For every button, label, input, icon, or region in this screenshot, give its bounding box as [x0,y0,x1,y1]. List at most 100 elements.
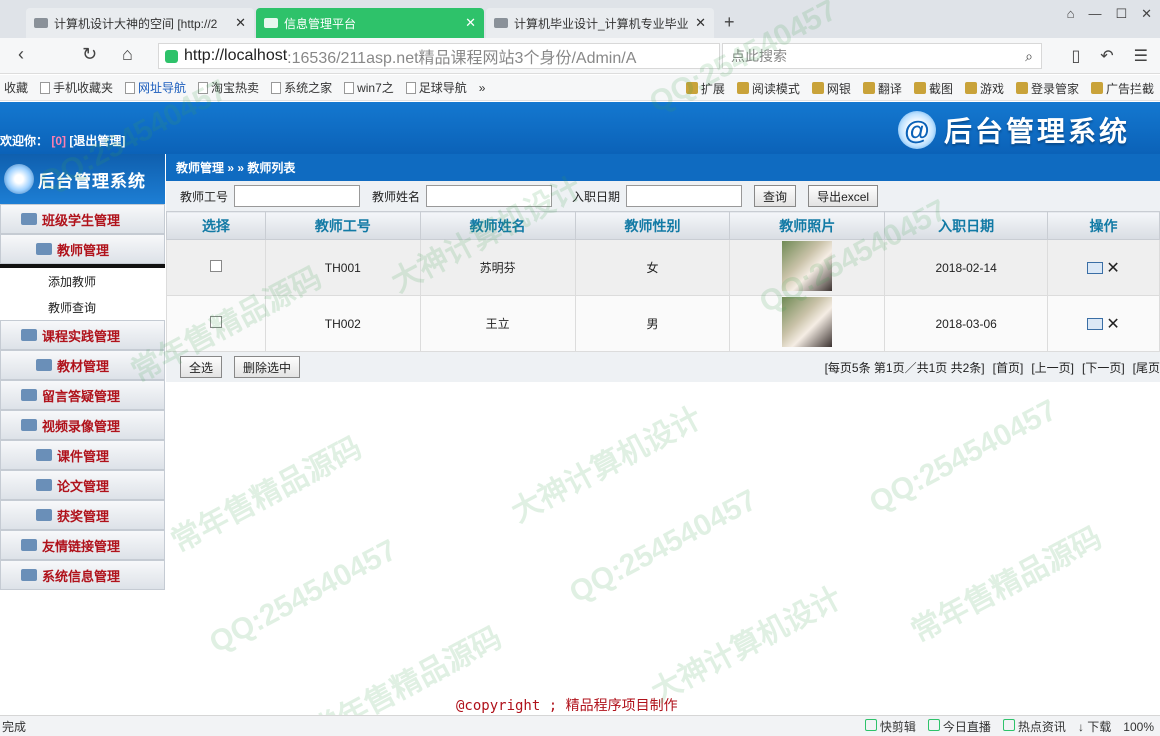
sidebar-item-class-students[interactable]: 班级学生管理 [0,204,165,234]
menu-item-icon [21,213,37,225]
edit-icon[interactable] [1087,317,1104,330]
breadcrumb: 教师管理 » » 教师列表 [166,154,1160,181]
copyright-footer: @copyright ; 精品程序项目制作 [456,698,678,714]
select-all-button[interactable]: 全选 [180,356,223,378]
sidebar-item-papers[interactable]: 论文管理 [0,470,165,500]
menu-item-icon [21,569,37,581]
screenshot-button[interactable]: 截图 [913,80,953,97]
maximize-icon[interactable]: ☐ [1115,6,1127,22]
logout-link[interactable]: [退出管理] [69,134,125,148]
browser-tools: ▯ ↶ ☰ [1071,46,1148,66]
sidebar-item-messages[interactable]: 留言答疑管理 [0,380,165,410]
sidebar-item-courseware[interactable]: 课件管理 [0,440,165,470]
close-icon[interactable]: ✕ [695,15,706,31]
sidebar-item-awards[interactable]: 获奖管理 [0,500,165,530]
reading-mode-button[interactable]: 阅读模式 [736,80,800,97]
select-cell [166,295,266,352]
table-row: TH002 王立 男 2018-03-06 ✕ [166,295,1160,352]
close-window-icon[interactable]: ✕ [1141,6,1152,22]
sidebar-item-label: 获奖管理 [57,508,110,524]
sidebar-item-friend-links[interactable]: 友情链接管理 [0,530,165,560]
bookmark-item[interactable]: 网址导航 [125,79,186,96]
extensions-button[interactable]: 扩展 [685,80,725,97]
next-page-link[interactable]: [下一页] [1082,359,1125,376]
hire-date-input[interactable] [626,185,743,207]
close-icon[interactable]: ✕ [235,15,246,31]
teacher-name-cell: 王立 [419,295,576,352]
tab-title: 计算机毕业设计_计算机专业毕业 [514,16,689,31]
bookmark-item[interactable]: win7之 [344,79,394,96]
delete-selected-button[interactable]: 删除选中 [234,356,301,378]
tab-title: 计算机设计大神的空间 [http://2 [54,16,218,31]
new-tab-button[interactable]: + [724,12,735,33]
back-icon[interactable]: ‹ [18,44,24,65]
first-page-link[interactable]: [首页] [993,359,1024,376]
browser-tab[interactable]: 计算机设计大神的空间 [http://2 ✕ [26,8,254,38]
delete-icon[interactable]: ✕ [1106,314,1119,334]
news-button[interactable]: 热点资讯 [1002,718,1066,735]
browser-tab-bar: 计算机设计大神的空间 [http://2 ✕ 信息管理平台 ✕ 计算机毕业设计_… [0,0,1160,38]
sidebar-item-textbooks[interactable]: 教材管理 [0,350,165,380]
prev-page-link[interactable]: [上一页] [1031,359,1074,376]
browser-tab[interactable]: 计算机毕业设计_计算机专业毕业 ✕ [486,8,714,38]
refresh-icon[interactable]: ↻ [82,44,97,65]
delete-icon[interactable]: ✕ [1106,258,1119,278]
filter-bar: 教师工号 教师姓名 入职日期 查询 导出excel [166,181,1160,211]
bookmark-favorites[interactable]: 收藏 [4,79,28,96]
sidebar-subitem-add-teacher[interactable]: 添加教师 [0,268,165,294]
sidebar-item-course-practice[interactable]: 课程实践管理 [0,320,165,350]
column-header: 教师姓名 [419,211,576,240]
minimize-icon[interactable]: — [1088,6,1101,22]
phone-icon[interactable]: ▯ [1071,46,1080,66]
teacher-photo-cell [729,295,886,352]
search-icon[interactable]: ⌕ [1025,48,1033,65]
teacher-no-cell: TH001 [264,239,421,296]
sidebar-subitem-teacher-query[interactable]: 教师查询 [0,294,165,320]
watermark: QQ:254540457 [564,483,763,610]
close-icon[interactable]: ✕ [465,15,476,31]
teacher-name-label: 教师姓名 [372,189,421,204]
translate-button[interactable]: 翻译 [862,80,902,97]
page-icon [271,81,282,94]
table-row: TH001 苏明芬 女 2018-02-14 ✕ [166,239,1160,296]
home-icon[interactable]: ⌂ [122,44,133,65]
brand-title: 后台管理系统 [943,116,1130,147]
bookmark-item[interactable]: 系统之家 [271,79,332,96]
teacher-name-input[interactable] [426,185,553,207]
login-manager-button[interactable]: 登录管家 [1015,80,1079,97]
skin-icon[interactable]: ⌂ [1067,6,1075,22]
sidebar-item-videos[interactable]: 视频录像管理 [0,410,165,440]
bank-button[interactable]: 网银 [811,80,851,97]
export-excel-button[interactable]: 导出excel [808,185,879,207]
row-checkbox[interactable] [209,260,222,272]
download-icon: ↓ [1077,720,1088,734]
operations-cell: ✕ [1047,295,1160,352]
search-input[interactable]: 点此搜索 ⌕ [722,43,1042,69]
news-icon [1002,719,1015,731]
last-page-link[interactable]: [尾页 [1133,359,1160,376]
select-cell [166,239,266,296]
page-icon [344,81,355,94]
bookmark-item[interactable]: 手机收藏夹 [40,79,113,96]
url-field[interactable]: http://localhost :16536/211asp.net精品课程网站… [158,43,720,69]
games-button[interactable]: 游戏 [964,80,1004,97]
adblock-button[interactable]: 广告拦截 [1090,80,1154,97]
zoom-level[interactable]: 100% [1123,720,1154,734]
bookmark-item[interactable]: 淘宝热卖 [198,79,259,96]
browser-tab-active[interactable]: 信息管理平台 ✕ [256,8,484,38]
sidebar-item-teachers[interactable]: 教师管理 [0,234,165,264]
undo-icon[interactable]: ↶ [1100,46,1113,66]
query-button[interactable]: 查询 [754,185,797,207]
menu-icon[interactable]: ☰ [1134,46,1148,66]
bookmark-item[interactable]: 足球导航 [405,79,467,96]
download-button[interactable]: ↓ 下载 [1078,718,1111,735]
quick-clip-button[interactable]: 快剪辑 [864,718,916,735]
teacher-no-input[interactable] [234,185,361,207]
welcome-label: 欢迎你： [0,134,49,148]
bookmark-more-button[interactable]: » [479,81,486,95]
row-checkbox[interactable] [209,316,222,328]
edit-icon[interactable] [1087,261,1104,274]
sidebar-item-system-info[interactable]: 系统信息管理 [0,560,165,590]
gamepad-icon [964,82,977,94]
live-button[interactable]: 今日直播 [927,718,991,735]
